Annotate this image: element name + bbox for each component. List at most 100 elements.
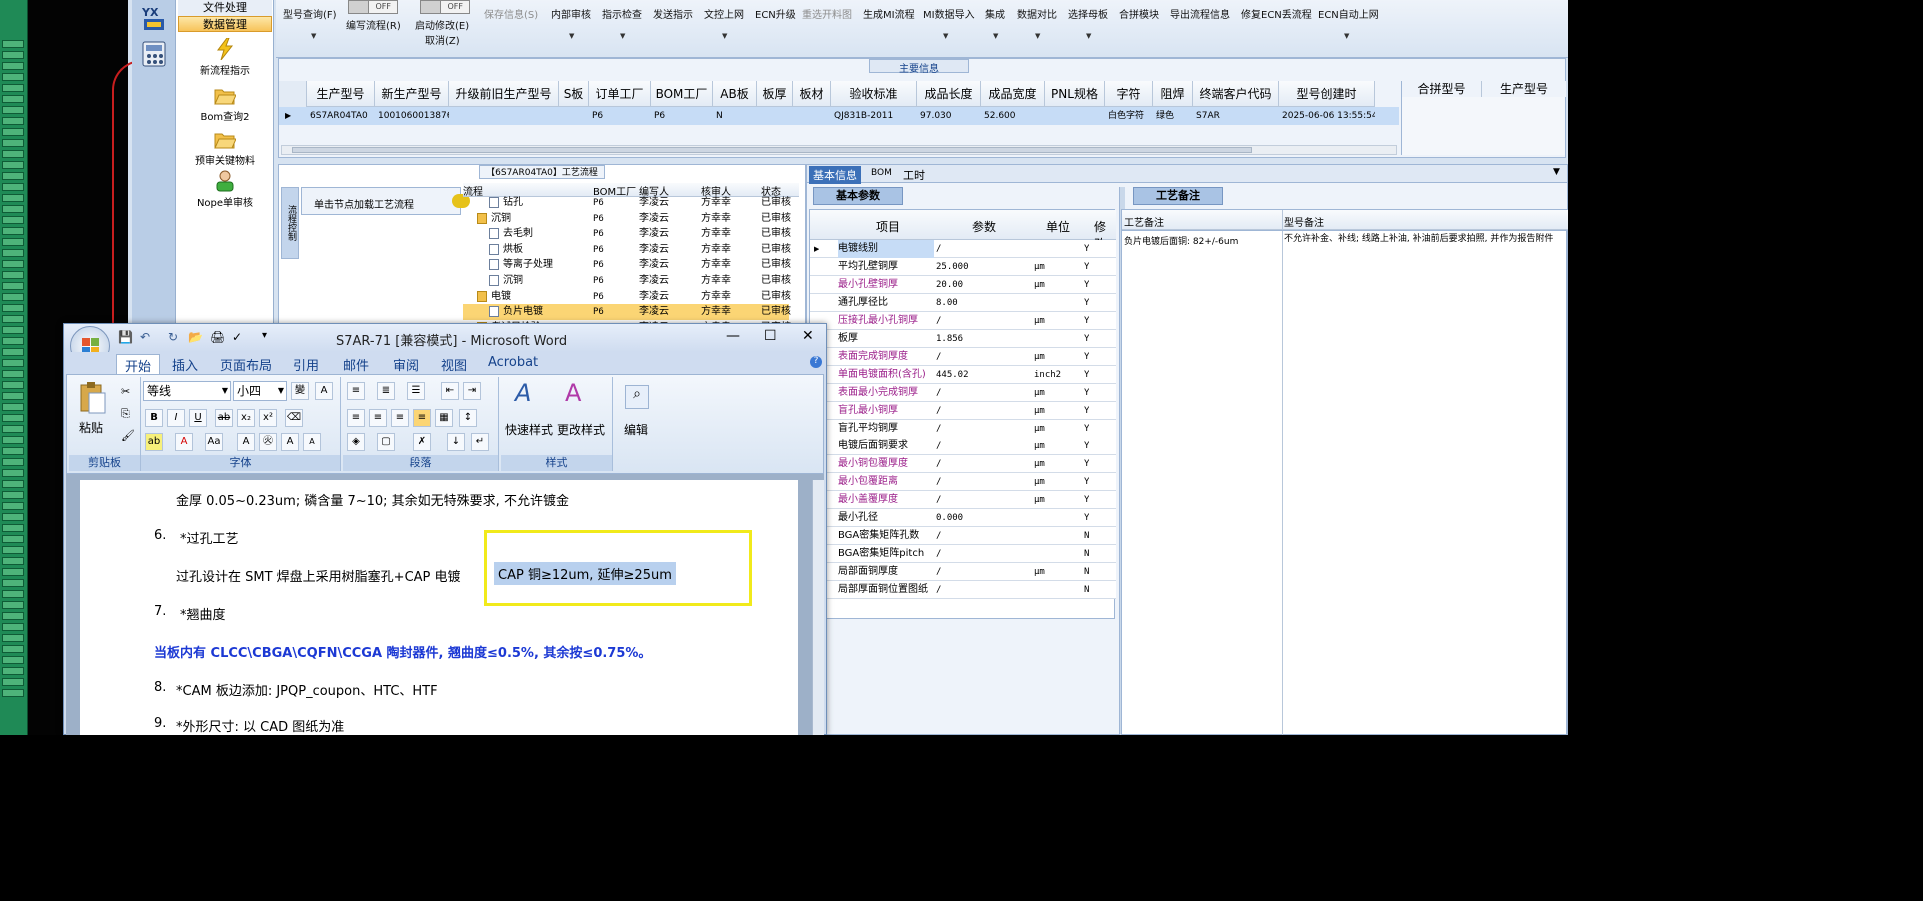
help-icon[interactable]: ?: [810, 356, 822, 368]
toggle-switch[interactable]: OFF: [420, 0, 470, 14]
param-row[interactable]: 表面最小完成铜厚 / μm Y: [810, 383, 1116, 402]
justify-icon[interactable]: ≡: [413, 409, 431, 427]
close-icon[interactable]: ✕: [802, 328, 814, 344]
toolbar-model-query[interactable]: 型号查询(F) ▼: [283, 6, 337, 40]
tab-bom[interactable]: BOM: [871, 168, 892, 178]
dropdown-arrow-icon[interactable]: ▼: [1553, 167, 1560, 177]
shrink-font-icon[interactable]: A: [303, 433, 321, 451]
param-value[interactable]: /: [936, 420, 1032, 438]
align-left-icon[interactable]: ≡: [347, 409, 365, 427]
grid-cell[interactable]: QJ831B-2011: [831, 107, 917, 125]
toolbar-internal-review[interactable]: 内部审核 ▼: [551, 6, 591, 40]
print-icon[interactable]: 🖨: [210, 330, 225, 344]
toolbar-reselect[interactable]: 重选开料图: [802, 6, 852, 21]
undo-icon[interactable]: ↶: [140, 330, 150, 344]
find-icon[interactable]: ⌕: [625, 385, 649, 409]
toolbar-merge-module[interactable]: 合拼模块: [1119, 6, 1159, 21]
increase-indent-icon[interactable]: ⇥: [463, 382, 481, 400]
maximize-icon[interactable]: ☐: [764, 328, 777, 344]
font-color-icon[interactable]: A: [175, 433, 193, 451]
param-value[interactable]: /: [936, 545, 1032, 563]
param-value[interactable]: /: [936, 527, 1032, 545]
spellcheck-icon[interactable]: ✓: [232, 330, 242, 344]
param-row[interactable]: 盲孔平均铜厚 / μm Y: [810, 419, 1116, 438]
param-row[interactable]: 盲孔最小铜厚 / μm Y: [810, 401, 1116, 420]
tab-basic-info[interactable]: 基本信息: [809, 166, 861, 184]
cut-icon[interactable]: ✂: [121, 385, 130, 398]
minimize-icon[interactable]: —: [726, 328, 740, 344]
toolbar-integrate[interactable]: 集成 ▼: [985, 6, 1005, 40]
sort-icon[interactable]: ↓: [447, 433, 465, 451]
bullets-icon[interactable]: ≡: [347, 382, 365, 400]
char-border-icon[interactable]: A: [315, 382, 333, 400]
col-header[interactable]: 板厚: [757, 81, 793, 107]
superscript-icon[interactable]: x²: [259, 409, 277, 427]
char-shading-icon[interactable]: A: [237, 433, 255, 451]
param-row[interactable]: 压接孔最小孔铜厚 / μm Y: [810, 311, 1116, 330]
nav-item-key-material[interactable]: 预审关键物料: [176, 128, 274, 167]
tree-row[interactable]: 烘板 P6 李凌云 方幸幸 已审核: [463, 242, 791, 258]
param-row[interactable]: 表面完成铜厚度 / μm Y: [810, 347, 1116, 366]
grid-cell[interactable]: N: [713, 107, 757, 125]
toolbar-export-flow[interactable]: 导出流程信息: [1170, 6, 1230, 21]
tree-row[interactable]: 负片电镀 P6 李凌云 方幸幸 已审核: [463, 304, 791, 321]
tree-row[interactable]: 电镀 P6 李凌云 方幸幸 已审核: [463, 289, 791, 305]
col-header[interactable]: 阻焊: [1153, 81, 1193, 107]
param-row[interactable]: 最小包覆距离 / μm Y: [810, 473, 1116, 492]
toolbar-ecn-auto[interactable]: ECN自动上网 ▼: [1318, 6, 1379, 40]
tab-review[interactable]: 审阅: [393, 355, 419, 374]
param-row[interactable]: 局部厚面铜位置图纸 / N: [810, 581, 1116, 600]
grow-font-icon[interactable]: A: [281, 433, 299, 451]
tab-mailings[interactable]: 邮件: [343, 355, 369, 374]
param-value[interactable]: /: [936, 455, 1032, 473]
param-value[interactable]: 445.02: [936, 366, 1032, 384]
param-row[interactable]: 电镀后面铜要求 / μm Y: [810, 437, 1116, 456]
edit-button[interactable]: 编辑: [624, 421, 648, 438]
param-value[interactable]: /: [936, 437, 1032, 455]
strikethrough-icon[interactable]: ab: [215, 409, 233, 427]
grid-cell[interactable]: [559, 107, 589, 125]
highlight-icon[interactable]: ab: [145, 433, 163, 451]
save-icon[interactable]: 💾: [118, 330, 133, 344]
tree-row[interactable]: 去毛刺 P6 李凌云 方幸幸 已审核: [463, 226, 791, 242]
nav-header-file[interactable]: 文件处理: [178, 0, 272, 16]
numbering-icon[interactable]: ≣: [377, 382, 395, 400]
tab-work-hours[interactable]: 工时: [903, 167, 925, 183]
param-row[interactable]: BGA密集矩阵孔数 / N: [810, 527, 1116, 546]
change-styles-icon[interactable]: A: [565, 379, 595, 411]
grid-cell[interactable]: [449, 107, 559, 125]
subscript-icon[interactable]: x₂: [237, 409, 255, 427]
tab-home[interactable]: 开始: [116, 354, 161, 376]
decrease-indent-icon[interactable]: ⇤: [441, 382, 459, 400]
borders-icon[interactable]: ▢: [377, 433, 395, 451]
grid-cell[interactable]: P6: [651, 107, 713, 125]
param-row[interactable]: 最小盖覆厚度 / μm Y: [810, 491, 1116, 510]
quick-styles-button[interactable]: 快速样式: [505, 421, 553, 438]
vertical-scrollbar[interactable]: [812, 480, 824, 735]
grid-cell[interactable]: 2025-06-06 13:55:54: [1279, 107, 1375, 125]
col-header[interactable]: 新生产型号: [375, 81, 449, 107]
toolbar-fix-ecn[interactable]: 修复ECN丢流程: [1241, 6, 1312, 21]
bold-icon[interactable]: B: [145, 409, 163, 427]
col-header[interactable]: S板: [559, 81, 589, 107]
param-value[interactable]: /: [936, 402, 1032, 420]
paste-button[interactable]: 粘贴: [79, 419, 103, 436]
align-right-icon[interactable]: ≡: [391, 409, 409, 427]
param-row[interactable]: 板厚 1.856 Y: [810, 329, 1116, 348]
toolbar-write-flow[interactable]: 编写流程(R): [346, 17, 401, 32]
col-header[interactable]: 终端客户代码: [1193, 81, 1279, 107]
col-header[interactable]: AB板: [713, 81, 757, 107]
col-header[interactable]: 型号创建时: [1279, 81, 1375, 107]
grid-cell[interactable]: 6S7AR04TA0: [307, 107, 375, 125]
grid-cell[interactable]: S7AR: [1193, 107, 1279, 125]
toolbar-gen-mi[interactable]: 生成MI流程: [863, 6, 915, 21]
distribute-icon[interactable]: ▦: [435, 409, 453, 427]
param-value[interactable]: /: [936, 491, 1032, 509]
toolbar-mi-import[interactable]: MI数据导入 ▼: [923, 6, 975, 40]
param-value[interactable]: 1.856: [936, 330, 1032, 348]
underline-icon[interactable]: U: [189, 409, 207, 427]
change-case-icon[interactable]: Aa: [205, 433, 223, 451]
tab-page-layout[interactable]: 页面布局: [220, 355, 272, 374]
toolbar-compare[interactable]: 数据对比 ▼: [1017, 6, 1057, 40]
param-row[interactable]: 通孔厚径比 8.00 Y: [810, 293, 1116, 312]
